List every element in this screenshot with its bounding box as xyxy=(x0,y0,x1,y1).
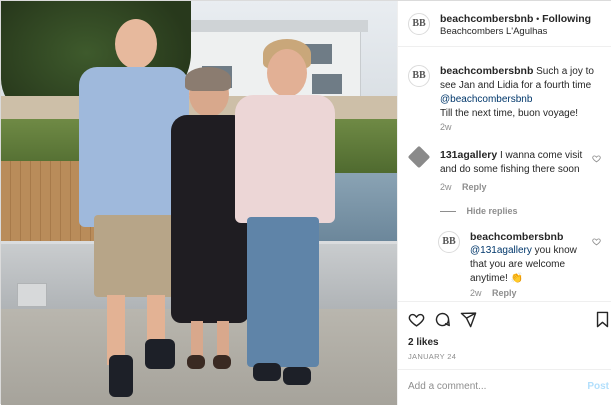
hide-replies-button[interactable]: Hide replies xyxy=(467,206,518,216)
post-comment-button[interactable]: Post xyxy=(587,381,609,392)
reply-mention[interactable]: @131agallery xyxy=(470,245,532,256)
header-username[interactable]: beachcombersbnb xyxy=(440,13,533,25)
comment-meta: 2w Reply xyxy=(440,182,487,192)
comment-like-icon[interactable] xyxy=(592,154,601,163)
likes-count[interactable]: 2 likes xyxy=(408,337,439,348)
header-title-row: beachcombersbnb • Following xyxy=(440,13,610,25)
caption-username[interactable]: beachcombersbnb xyxy=(440,65,533,77)
following-button[interactable]: Following xyxy=(542,13,591,25)
comment-icon[interactable] xyxy=(434,311,451,328)
reply-like-icon[interactable] xyxy=(592,237,601,246)
reply-reply-button[interactable]: Reply xyxy=(492,288,517,298)
post-actions: 2 likes JANUARY 24 xyxy=(398,301,611,365)
comment-time[interactable]: 2w xyxy=(440,182,452,192)
comment-username[interactable]: 131agallery xyxy=(440,149,497,161)
profile-avatar[interactable]: BB xyxy=(408,13,430,35)
post-sidebar: BB beachcombersbnb • Following Beachcomb… xyxy=(397,1,611,405)
add-comment-bar: Add a comment... Post xyxy=(398,369,611,405)
comment-body: 131agallery I wanna come visit and do so… xyxy=(440,148,590,177)
caption-text-after: Till the next time, buon voyage! xyxy=(440,108,579,119)
instagram-post-modal: BB beachcombersbnb • Following Beachcomb… xyxy=(0,0,611,405)
add-comment-input[interactable]: Add a comment... xyxy=(408,381,486,392)
reply-body: beachcombersbnb @131agallery you know th… xyxy=(470,230,590,286)
header-location[interactable]: Beachcombers L'Agulhas xyxy=(440,25,547,39)
heart-icon[interactable] xyxy=(408,311,425,328)
reply-meta: 2w Reply xyxy=(470,288,517,298)
caption-time[interactable]: 2w xyxy=(440,122,452,132)
bookmark-icon[interactable] xyxy=(595,311,610,328)
hide-replies-row[interactable]: Hide replies xyxy=(440,206,518,216)
post-header: BB beachcombersbnb • Following Beachcomb… xyxy=(398,1,611,47)
comment-reply-button[interactable]: Reply xyxy=(462,182,487,192)
caption-avatar[interactable]: BB xyxy=(408,65,430,87)
share-icon[interactable] xyxy=(460,311,477,328)
reply-username[interactable]: beachcombersbnb xyxy=(470,230,590,244)
photo-outlet xyxy=(17,283,47,307)
person-woman-pink-top xyxy=(229,39,339,391)
reply-time[interactable]: 2w xyxy=(470,288,482,298)
commenter-avatar[interactable] xyxy=(407,145,431,169)
caption-mention[interactable]: @beachcombersbnb xyxy=(440,93,605,107)
hide-replies-line xyxy=(440,211,456,213)
caption: beachcombersbnb Such a joy to see Jan an… xyxy=(440,64,605,121)
post-photo[interactable] xyxy=(1,1,397,405)
reply-avatar[interactable]: BB xyxy=(438,231,460,253)
reply-emoji: 👏 xyxy=(510,273,524,284)
header-separator: • xyxy=(536,14,540,24)
post-date: JANUARY 24 xyxy=(408,352,457,361)
